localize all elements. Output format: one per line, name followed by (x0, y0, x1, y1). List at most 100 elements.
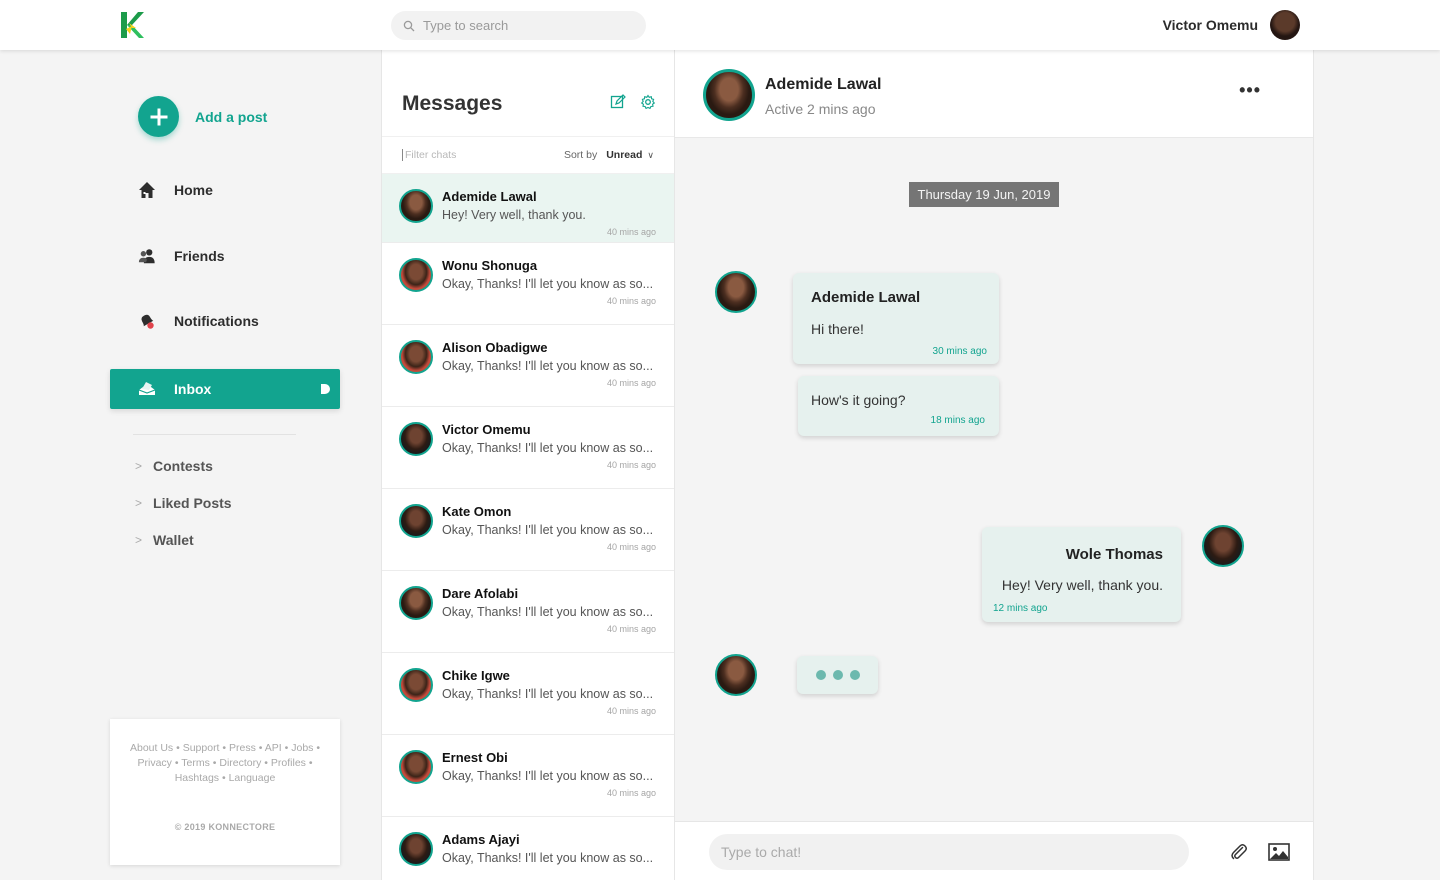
top-bar: Victor Omemu (0, 0, 1440, 50)
sidebar-item-home[interactable]: Home (110, 170, 340, 210)
messages-title: Messages (402, 92, 503, 115)
chat-preview: Okay, Thanks! I'll let you know as so... (442, 277, 654, 291)
footer-link[interactable]: API (265, 742, 282, 754)
sidebar-link-contests[interactable]: > Contests (135, 458, 213, 474)
footer-link[interactable]: Hashtags (175, 772, 219, 784)
avatar (399, 258, 433, 292)
sidebar-item-notifications[interactable]: Notifications (110, 301, 340, 341)
chat-preview: Okay, Thanks! I'll let you know as so... (442, 441, 654, 455)
avatar (399, 422, 433, 456)
chat-preview: Okay, Thanks! I'll let you know as so... (442, 523, 654, 537)
avatar (399, 750, 433, 784)
chat-time: 40 mins ago (606, 706, 656, 716)
chevron-down-icon: ∨ (647, 149, 654, 160)
chat-item[interactable]: Victor Omemu Okay, Thanks! I'll let you … (382, 407, 674, 489)
footer-link[interactable]: Privacy (137, 757, 171, 769)
chat-item[interactable]: Ernest Obi Okay, Thanks! I'll let you kn… (382, 735, 674, 817)
conversation-panel: Ademide Lawal Active 2 mins ago ••• Thur… (675, 50, 1314, 880)
footer-link[interactable]: Language (229, 772, 276, 784)
chevron-right-icon: > (135, 459, 143, 473)
composer-bar (675, 821, 1313, 880)
footer-link[interactable]: Support (183, 742, 220, 754)
sidebar-link-wallet[interactable]: > Wallet (135, 532, 194, 548)
sidebar-item-label: Notifications (174, 313, 259, 329)
sidebar-link-label: Wallet (153, 532, 194, 548)
footer-link[interactable]: Profiles (271, 757, 306, 769)
footer-link[interactable]: Directory (219, 757, 261, 769)
footer-link[interactable]: About Us (130, 742, 173, 754)
typing-dot (832, 670, 843, 680)
chat-time: 40 mins ago (606, 624, 656, 634)
chat-preview: Okay, Thanks! I'll let you know as so... (442, 687, 654, 701)
chat-time: 40 mins ago (606, 460, 656, 470)
date-divider: Thursday 19 Jun, 2019 (909, 182, 1059, 207)
contact-status: Active 2 mins ago (765, 101, 876, 117)
chat-preview: Hey! Very well, thank you. (442, 208, 586, 222)
current-user-name[interactable]: Victor Omemu (1163, 17, 1258, 33)
contact-avatar[interactable] (703, 69, 755, 121)
chat-item[interactable]: Dare Afolabi Okay, Thanks! I'll let you … (382, 571, 674, 653)
chat-preview: Okay, Thanks! I'll let you know as so... (442, 605, 654, 619)
message-text: Hey! Very well, thank you. (1001, 577, 1163, 593)
chat-item[interactable]: Adams Ajayi Okay, Thanks! I'll let you k… (382, 817, 674, 880)
search-input[interactable] (423, 18, 623, 33)
settings-icon[interactable] (640, 94, 656, 110)
add-post-button[interactable]: Add a post (138, 96, 267, 137)
sort-value: Unread (606, 149, 643, 161)
chat-time: 40 mins ago (606, 542, 656, 552)
chat-item[interactable]: Ademide Lawal Hey! Very well, thank you.… (382, 174, 674, 243)
plus-icon (138, 96, 179, 137)
footer-link[interactable]: Jobs (291, 742, 313, 754)
avatar (399, 504, 433, 538)
typing-dot (815, 670, 826, 680)
contact-name[interactable]: Ademide Lawal (765, 76, 881, 94)
chat-name: Ademide Lawal (442, 189, 537, 204)
sidebar-item-friends[interactable]: Friends (110, 236, 340, 276)
chat-preview: Okay, Thanks! I'll let you know as so... (442, 851, 654, 865)
chat-item[interactable]: Wonu Shonuga Okay, Thanks! I'll let you … (382, 243, 674, 325)
bell-icon (138, 312, 156, 330)
chat-name: Adams Ajayi (442, 832, 520, 847)
sidebar-item-label: Inbox (174, 381, 212, 397)
image-icon[interactable] (1268, 843, 1290, 861)
message-text: How's it going? (811, 392, 906, 408)
footer-links: About Us • Support • Press • API • Jobs … (129, 742, 321, 784)
filter-chats-input[interactable] (402, 149, 542, 161)
chat-preview: Okay, Thanks! I'll let you know as so... (442, 359, 654, 373)
footer-link[interactable]: Terms (181, 757, 210, 769)
copyright: © 2019 KONNECTORE (174, 822, 276, 832)
current-user-avatar[interactable] (1270, 10, 1300, 40)
sidebar-link-liked-posts[interactable]: > Liked Posts (135, 495, 232, 511)
chat-name: Wonu Shonuga (442, 258, 538, 273)
chat-time: 40 mins ago (606, 788, 656, 798)
more-options-icon[interactable]: ••• (1239, 80, 1261, 101)
avatar (715, 654, 757, 696)
message-sender: Ademide Lawal (811, 289, 921, 306)
avatar (399, 586, 433, 620)
messages-panel: Messages Sort by Unread ∨ Ademide Lawal … (381, 50, 675, 880)
chat-name: Victor Omemu (442, 422, 531, 437)
friends-icon (138, 247, 156, 265)
sort-dropdown[interactable]: Sort by Unread ∨ (564, 149, 654, 161)
chat-item[interactable]: Alison Obadigwe Okay, Thanks! I'll let y… (382, 325, 674, 407)
message-time: 12 mins ago (993, 603, 1048, 614)
chat-item[interactable]: Kate Omon Okay, Thanks! I'll let you kno… (382, 489, 674, 571)
chat-name: Kate Omon (442, 504, 512, 519)
chat-name: Chike Igwe (442, 668, 510, 683)
chevron-right-icon: > (135, 533, 143, 547)
chat-item[interactable]: Chike Igwe Okay, Thanks! I'll let you kn… (382, 653, 674, 735)
message-bubble: How's it going? 18 mins ago (798, 376, 999, 436)
search-bar[interactable] (391, 11, 646, 40)
footer-card: About Us • Support • Press • API • Jobs … (110, 719, 340, 865)
message-time: 18 mins ago (930, 415, 985, 426)
paperclip-icon[interactable] (1230, 843, 1248, 861)
message-bubble: Ademide Lawal Hi there! 30 mins ago (793, 273, 999, 364)
chat-input[interactable] (709, 834, 1189, 870)
footer-link[interactable]: Press (229, 742, 256, 754)
message-sender: Wole Thomas (1065, 546, 1163, 563)
sidebar-item-inbox[interactable]: Inbox (110, 369, 340, 409)
inbox-icon (138, 380, 156, 398)
compose-icon[interactable] (610, 94, 626, 110)
sidebar-item-label: Friends (174, 248, 225, 264)
konnectore-logo[interactable] (120, 11, 144, 39)
